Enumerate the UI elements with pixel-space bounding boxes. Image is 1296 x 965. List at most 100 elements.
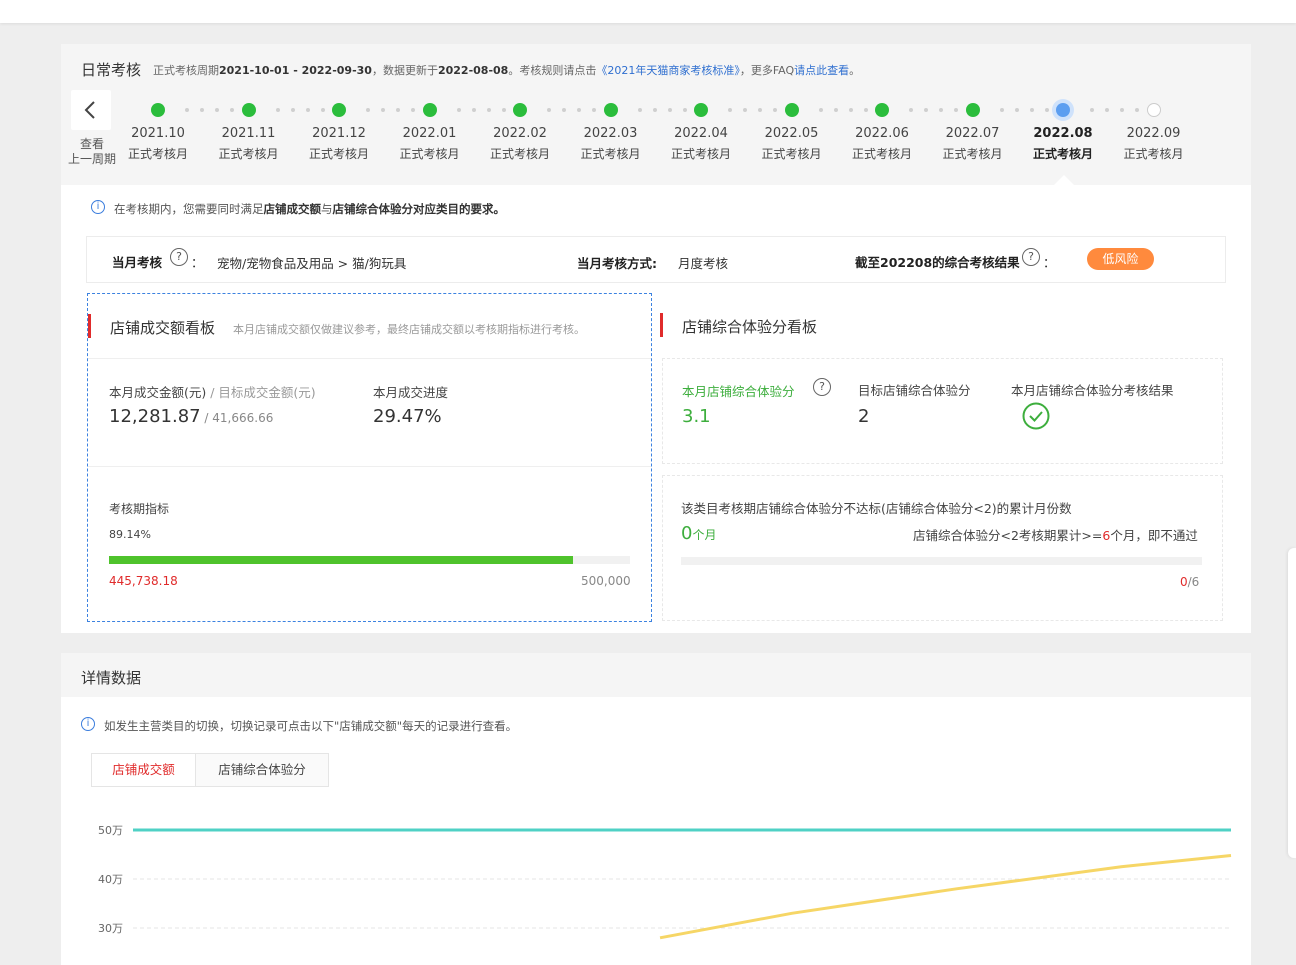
- timeline-separator: [366, 108, 370, 112]
- timeline-month-label: 正式考核月: [489, 147, 550, 161]
- timeline-month-label: 正式考核月: [218, 147, 279, 161]
- result-label: 截至202208的综合考核结果: [855, 255, 1020, 270]
- timeline-separator: [1135, 108, 1139, 112]
- section-marker: [660, 313, 663, 337]
- timeline-date[interactable]: 2022.01: [395, 126, 465, 141]
- faq-link[interactable]: 请点此查看: [794, 64, 849, 77]
- prev-period-button[interactable]: [71, 90, 111, 130]
- timeline-separator: [185, 108, 189, 112]
- timeline-separator: [1120, 108, 1124, 112]
- timeline-date[interactable]: 2021.11: [214, 126, 284, 141]
- experience-board-title: 店铺综合体验分看板: [682, 318, 818, 336]
- info-icon: i: [81, 717, 95, 731]
- timeline-date[interactable]: 2021.12: [304, 126, 374, 141]
- timeline-date[interactable]: 2022.06: [847, 126, 917, 141]
- sales-board[interactable]: 店铺成交额看板 本月店铺成交额仅做建议参考，最终店铺成交额以考核期指标进行考核。…: [87, 293, 652, 622]
- fail-count: 0个月: [681, 523, 717, 544]
- timeline-dot-2021.11[interactable]: [241, 103, 256, 117]
- timeline-separator: [562, 108, 566, 112]
- timeline-separator: [320, 108, 325, 112]
- fail-ratio: 0/6: [1180, 575, 1200, 589]
- risk-badge: 低风险: [1087, 248, 1154, 270]
- timeline-separator: [939, 108, 943, 112]
- fail-count-box: [662, 475, 1223, 621]
- timeline-date[interactable]: 2021.10: [123, 126, 193, 141]
- timeline-dot-2022.05[interactable]: [784, 103, 799, 117]
- amount-value: 12,281.87 / 41,666.66: [109, 406, 274, 427]
- timeline-dot-2022.01[interactable]: [422, 103, 437, 117]
- help-icon[interactable]: ?: [170, 248, 188, 266]
- info-icon: i: [91, 200, 105, 214]
- timeline-separator: [652, 108, 657, 112]
- timeline-separator: [818, 108, 823, 112]
- period-target-value: 500,000: [581, 574, 631, 588]
- timeline-dot-2021.10[interactable]: [151, 103, 165, 117]
- timeline-separator: [1029, 108, 1034, 112]
- timeline-dot-2022.08[interactable]: [1056, 103, 1070, 117]
- timeline-date[interactable]: 2022.07: [938, 126, 1008, 141]
- period-progress-fill: [109, 556, 574, 564]
- tab-experience-score[interactable]: 店铺综合体验分: [196, 754, 328, 786]
- timeline-dot-2021.12[interactable]: [332, 103, 346, 117]
- timeline-separator: [456, 108, 461, 112]
- timeline-date[interactable]: 2022.04: [666, 126, 736, 141]
- chart-y-tick-label: 30万: [98, 922, 123, 935]
- timeline-separator: [667, 108, 672, 112]
- timeline-dot-2022.04[interactable]: [694, 103, 708, 117]
- current-month-pointer: [1054, 175, 1074, 185]
- side-panel-handle[interactable]: [1288, 548, 1296, 858]
- timeline-dot-2022.07[interactable]: [965, 103, 980, 117]
- experience-board: 店铺综合体验分看板 本月店铺综合体验分 ? 3.1 目标店铺综合体验分 2 本月…: [660, 293, 1225, 622]
- progress-value: 29.47%: [373, 406, 442, 427]
- assessment-period-info: 正式考核周期2021-10-01 - 2022-09-30，数据更新于2022-…: [153, 64, 861, 77]
- target-score-label: 目标店铺综合体验分: [858, 383, 971, 398]
- amount-label: 本月成交金额(元) / 目标成交金额(元): [109, 385, 316, 400]
- timeline-separator: [999, 108, 1004, 112]
- period-progress-bar: [109, 556, 630, 564]
- score-box: [662, 358, 1223, 464]
- timeline-month-label: 正式考核月: [851, 147, 912, 161]
- period-indicator-label: 考核期指标: [109, 502, 170, 516]
- assessment-notice: 在考核期内，您需要同时满足店铺成交额与店铺综合体验分对应类目的要求。: [114, 202, 505, 216]
- timeline-separator: [758, 108, 762, 112]
- timeline-separator: [592, 108, 596, 112]
- sales-board-title: 店铺成交额看板: [110, 319, 216, 337]
- chart-y-tick-label: 50万: [98, 824, 123, 837]
- timeline-date[interactable]: 2022.09: [1119, 126, 1189, 141]
- timeline-separator: [743, 108, 747, 112]
- timeline-separator: [215, 108, 219, 112]
- timeline-separator: [305, 108, 310, 112]
- fail-rule: 店铺综合体验分<2考核期累计>=6个月，即不通过: [913, 528, 1198, 543]
- period-current-value: 445,738.18: [109, 574, 178, 588]
- divider: [88, 358, 651, 359]
- rule-link[interactable]: 《2021年天猫商家考核标准》: [596, 64, 740, 77]
- detail-data-card: 详情数据 i 如发生主营类目的切换，切换记录可点击以下"店铺成交额"每天的记录进…: [61, 653, 1251, 965]
- timeline-separator: [954, 108, 958, 112]
- score-label: 本月店铺综合体验分: [682, 384, 795, 399]
- timeline-date[interactable]: 2022.03: [576, 126, 646, 141]
- timeline-month-label: 正式考核月: [308, 147, 369, 161]
- timeline-dot-2022.09[interactable]: [1146, 103, 1161, 117]
- timeline-separator: [411, 108, 415, 112]
- timeline-separator: [577, 108, 581, 112]
- assessment-header: 日常考核 正式考核周期2021-10-01 - 2022-09-30，数据更新于…: [61, 44, 1251, 185]
- timeline-month-label: 正式考核月: [942, 147, 1003, 161]
- timeline-month-label: 正式考核月: [1032, 147, 1093, 161]
- chart-sales-line: [659, 853, 1232, 940]
- timeline-dot-2022.06[interactable]: [875, 103, 889, 117]
- method-label: 当月考核方式:: [577, 256, 657, 271]
- top-bar: [0, 0, 1296, 23]
- timeline-date[interactable]: 2022.05: [757, 126, 827, 141]
- help-icon[interactable]: ?: [813, 378, 831, 396]
- timeline-date[interactable]: 2022.08: [1028, 126, 1098, 141]
- timeline-separator: [637, 108, 642, 112]
- chevron-left-icon: [84, 101, 95, 119]
- help-icon[interactable]: ?: [1022, 248, 1040, 266]
- timeline-dot-2022.03[interactable]: [603, 103, 618, 117]
- timeline-separator: [275, 108, 280, 112]
- tab-sales[interactable]: 店铺成交额: [92, 754, 196, 786]
- daily-assessment-card: 日常考核 正式考核周期2021-10-01 - 2022-09-30，数据更新于…: [61, 44, 1251, 633]
- timeline-dot-2022.02[interactable]: [513, 103, 527, 117]
- timeline-date[interactable]: 2022.02: [485, 126, 555, 141]
- timeline-month-label: 正式考核月: [1123, 147, 1184, 161]
